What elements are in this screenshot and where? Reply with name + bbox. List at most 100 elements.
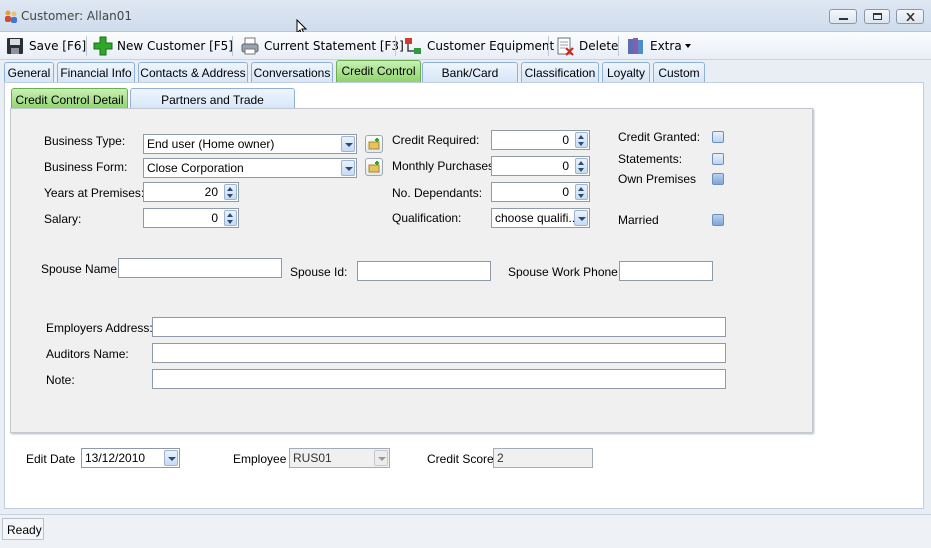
dependants-label: No. Dependants: <box>392 186 483 200</box>
spouse-name-input[interactable] <box>118 258 282 278</box>
chevron-down-icon[interactable] <box>341 160 355 176</box>
dependants-value: 0 <box>562 185 569 199</box>
tab-credit-control[interactable]: Credit Control <box>336 60 421 82</box>
plus-icon <box>93 36 113 56</box>
subtab-partners-trade-references[interactable]: Partners and Trade References <box>130 88 295 121</box>
toolbar-separator <box>232 36 233 56</box>
new-customer-label: New Customer [F5] <box>117 39 233 53</box>
business-form-label: Business Form: <box>44 160 128 174</box>
add-business-type-button[interactable] <box>365 135 383 153</box>
spouse-name-label: Spouse Name: <box>41 262 121 276</box>
chevron-down-icon <box>374 450 388 466</box>
salary-value: 0 <box>211 211 218 225</box>
chevron-down-icon[interactable] <box>574 210 588 226</box>
credit-required-spinner[interactable]: 0 <box>491 130 590 150</box>
toolbar-separator <box>618 36 619 56</box>
years-at-premises-label: Years at Premises: <box>44 186 145 200</box>
business-type-label: Business Type: <box>44 134 126 148</box>
monthly-purchases-value: 0 <box>562 159 569 173</box>
current-statement-label: Current Statement [F3] <box>264 39 404 53</box>
tab-conversations[interactable]: Conversations <box>251 62 333 82</box>
statements-checkbox[interactable] <box>712 153 724 165</box>
qualification-value: choose qualifi... <box>495 211 579 225</box>
note-input[interactable] <box>152 369 726 389</box>
married-checkbox[interactable] <box>712 214 724 226</box>
maximize-icon <box>873 13 882 20</box>
delete-button[interactable]: Delete <box>555 34 618 58</box>
people-icon <box>5 10 17 23</box>
tab-bank-card-details[interactable]: Bank/Card Details <box>422 62 518 94</box>
customer-equipment-label: Customer Equipment <box>427 39 555 53</box>
status-bar: Ready <box>0 514 931 548</box>
spinner-arrows-icon[interactable] <box>224 184 237 200</box>
books-icon <box>628 38 643 54</box>
salary-spinner[interactable]: 0 <box>143 208 239 228</box>
toolbar: Save [F6] New Customer [F5] Current Stat… <box>0 32 931 60</box>
employee-value: RUS01 <box>293 451 332 465</box>
minimize-icon <box>839 18 848 20</box>
years-at-premises-spinner[interactable]: 20 <box>143 182 239 202</box>
credit-granted-label: Credit Granted: <box>618 130 701 144</box>
printer-icon <box>241 37 259 55</box>
customer-equipment-button[interactable]: Customer Equipment <box>403 34 554 58</box>
add-business-form-button[interactable] <box>365 158 383 176</box>
edit-date-picker[interactable]: 13/12/2010 <box>81 448 180 468</box>
credit-granted-checkbox[interactable] <box>712 131 724 143</box>
extra-menu-button[interactable]: Extra <box>626 34 691 58</box>
delete-document-icon <box>557 37 574 56</box>
tab-custom[interactable]: Custom <box>653 62 705 82</box>
maximize-button[interactable] <box>864 9 890 24</box>
tab-loyalty[interactable]: Loyalty <box>602 62 650 82</box>
spinner-arrows-icon[interactable] <box>575 158 588 174</box>
tab-classification[interactable]: Classification <box>521 62 599 82</box>
qualification-select[interactable]: choose qualifi... <box>491 208 590 228</box>
credit-score-label: Credit Score <box>427 452 494 466</box>
toolbar-separator <box>548 36 549 56</box>
own-premises-label: Own Premises <box>618 172 697 186</box>
business-type-value: End user (Home owner) <box>147 137 275 151</box>
monthly-purchases-spinner[interactable]: 0 <box>491 156 590 176</box>
spouse-work-phone-label: Spouse Work Phone: <box>508 265 622 279</box>
spouse-work-phone-input[interactable] <box>619 261 713 281</box>
auditors-name-input[interactable] <box>152 343 726 363</box>
current-statement-button[interactable]: Current Statement [F3] <box>240 34 404 58</box>
business-type-select[interactable]: End user (Home owner) <box>143 134 357 154</box>
toolbar-separator <box>86 36 87 56</box>
tab-contacts-address[interactable]: Contacts & Address <box>138 62 248 82</box>
own-premises-checkbox[interactable] <box>712 173 724 185</box>
spinner-arrows-icon[interactable] <box>575 184 588 200</box>
spouse-id-label: Spouse Id: <box>290 265 348 279</box>
spinner-arrows-icon[interactable] <box>224 210 237 226</box>
married-label: Married <box>618 213 659 227</box>
spouse-id-input[interactable] <box>357 261 491 281</box>
new-customer-button[interactable]: New Customer [F5] <box>93 34 233 58</box>
employee-label: Employee <box>233 452 287 466</box>
qualification-label: Qualification: <box>392 211 462 225</box>
auditors-name-label: Auditors Name: <box>46 347 129 361</box>
main-tabs: General Financial Info Contacts & Addres… <box>0 60 931 94</box>
tab-general[interactable]: General <box>4 62 54 82</box>
toolbar-separator <box>395 36 396 56</box>
employers-address-label: Employers Address: <box>46 321 153 335</box>
chevron-down-icon[interactable] <box>341 136 355 152</box>
credit-required-value: 0 <box>562 133 569 147</box>
statements-label: Statements: <box>618 152 683 166</box>
close-icon <box>906 13 915 21</box>
employers-address-input[interactable] <box>152 317 726 337</box>
close-button[interactable] <box>896 9 924 24</box>
subtab-credit-control-detail[interactable]: Credit Control Detail <box>11 88 128 109</box>
business-form-select[interactable]: Close Corporation <box>143 158 357 178</box>
extra-label: Extra <box>650 39 682 53</box>
employee-select: RUS01 <box>289 448 390 468</box>
salary-label: Salary: <box>44 212 82 226</box>
tab-financial-info[interactable]: Financial Info <box>57 62 135 82</box>
spinner-arrows-icon[interactable] <box>575 132 588 148</box>
minimize-button[interactable] <box>829 9 857 24</box>
add-folder-icon <box>368 161 380 173</box>
save-button[interactable]: Save [F6] <box>5 34 86 58</box>
edit-date-label: Edit Date <box>26 452 76 466</box>
dependants-spinner[interactable]: 0 <box>491 182 590 202</box>
equipment-icon <box>405 38 421 54</box>
chevron-down-icon <box>684 44 691 48</box>
chevron-down-icon[interactable] <box>164 450 178 466</box>
